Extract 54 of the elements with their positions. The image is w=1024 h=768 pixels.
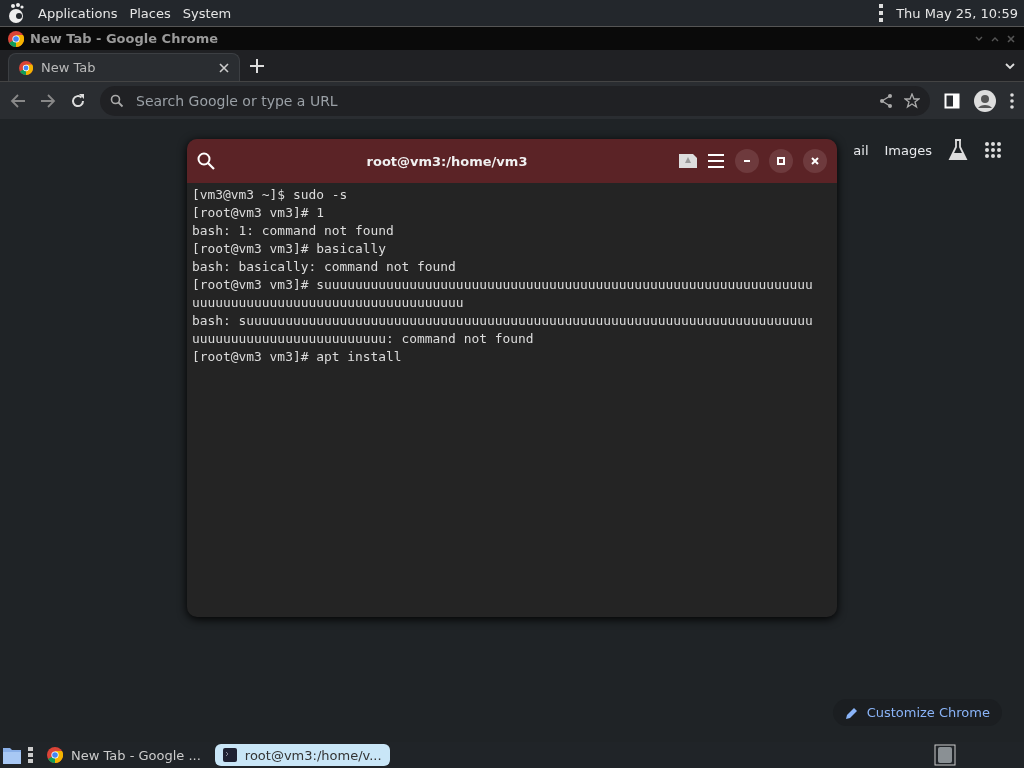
terminal-title: root@vm3:/home/vm3 [365,153,529,169]
maximize-icon [776,156,786,166]
terminal-line: [root@vm3 vm3]# suuuuuuuuuuuuuuuuuuuuuuuuuuuuuuuuuuuuuuuuuuuuuuuuuuuuuuuuuuuuuuu [192,276,813,294]
terminal-line: uuuuuuuuuuuuuuuuuuuuuuuuuuuuuuuuuuu [192,294,464,312]
terminal-line: [root@vm3 vm3]# 1 [192,204,324,222]
taskbar-item[interactable]: New Tab - Google ... [39,744,209,766]
minimize-button[interactable] [735,149,759,173]
search-icon[interactable] [197,152,215,170]
terminal-line: [root@vm3 vm3]# basically [192,240,387,258]
vertical-dots-icon [28,747,33,763]
panel-menu[interactable]: Places [129,5,171,21]
customize-chrome-button[interactable]: Customize Chrome [832,699,1002,726]
forward-arrow-icon[interactable] [40,92,56,109]
clock[interactable]: Thu May 25, 10:59 [896,5,1018,21]
terminal-line: bash: 1: command not found [192,222,394,240]
chrome-tab-icon [19,60,33,75]
close-button[interactable] [803,149,827,173]
search-icon [110,93,124,108]
maximize-button[interactable] [769,149,793,173]
header-link[interactable]: ail [853,142,869,158]
terminal-line: [vm3@vm3 ~]$ sudo -s [192,186,348,204]
pencil-icon [844,705,859,720]
folder-icon[interactable] [2,745,22,765]
terminal-line: uuuuuuuuuuuuuuuuuuuuuuuuu: command not found [192,330,534,348]
warning-tab-icon[interactable] [679,154,697,168]
browser-tab[interactable]: New Tab [8,53,240,81]
window-title: New Tab - Google Chrome [30,31,219,46]
share-icon[interactable] [878,92,894,109]
reload-icon[interactable] [70,92,86,109]
terminal-line: bash: basically: command not found [192,258,456,276]
apps-grid-icon[interactable] [984,141,1002,159]
terminal-line: [root@vm3 vm3]# apt install [192,348,402,366]
minimize-icon [744,160,750,162]
terminal-line: bash: suuuuuuuuuuuuuuuuuuuuuuuuuuuuuuuuuuuuuuuuuuuuuuuuuuuuuuuuuuuuuuuuuuuuuuuuu [192,312,813,330]
header-link[interactable]: Images [884,142,932,158]
chrome-logo-icon [47,747,63,763]
workspace-icon[interactable] [934,744,956,766]
flask-icon[interactable] [948,139,968,161]
chrome-logo-icon [8,30,24,47]
menu-dots-icon[interactable] [1010,92,1014,109]
address-bar[interactable]: Search Google or type a URL [100,85,930,116]
vertical-dots-icon[interactable] [878,4,885,22]
plus-icon[interactable] [250,58,264,73]
terminal-icon [222,748,237,762]
profile-avatar-icon[interactable] [974,89,996,112]
gnome-foot-icon[interactable] [6,2,26,24]
panel-menu[interactable]: System [182,5,232,21]
back-arrow-icon[interactable] [10,92,26,109]
close-icon [810,156,820,166]
panel-menu[interactable]: Applications [38,5,118,21]
star-icon[interactable] [904,92,920,109]
side-panel-icon[interactable] [944,92,960,109]
hamburger-menu-icon[interactable] [707,154,725,168]
taskbar-item[interactable]: root@vm3:/home/v... [214,744,390,766]
